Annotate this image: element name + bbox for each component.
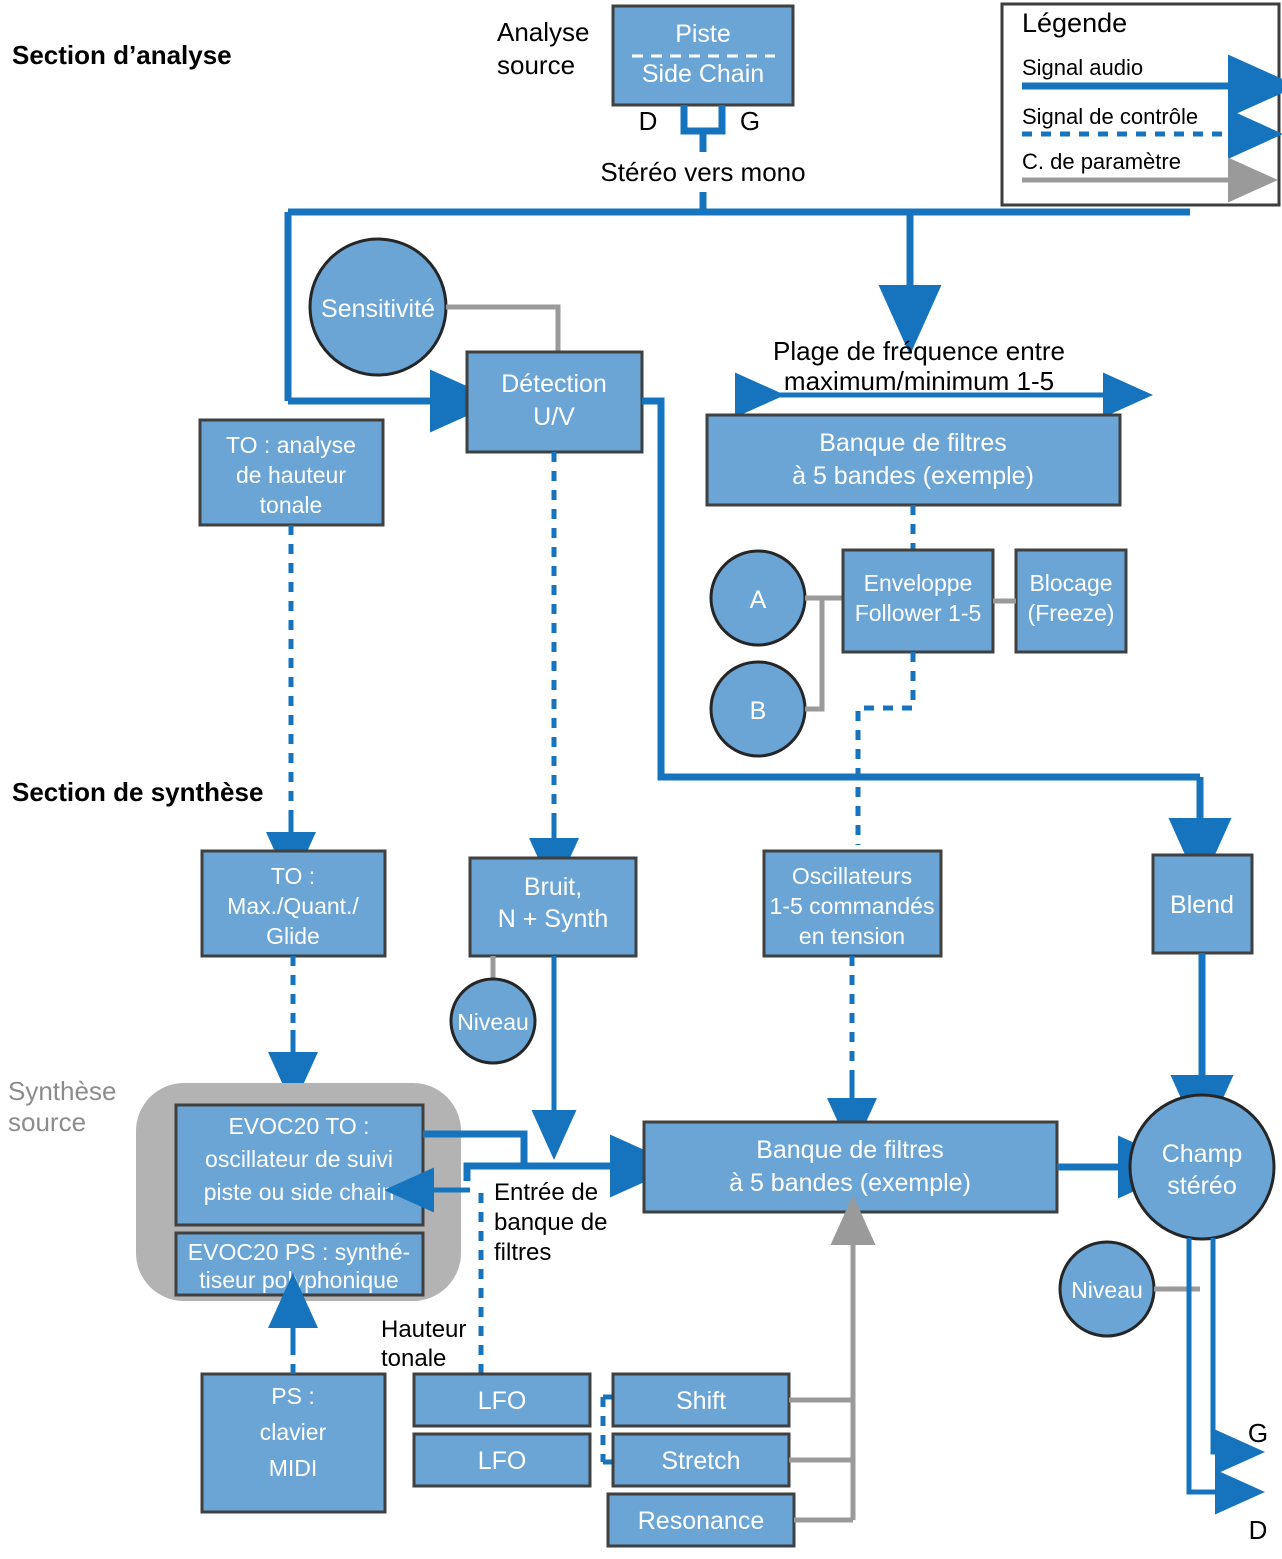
node-piste-label: Piste: [675, 20, 731, 48]
analyse-source-label-line2: source: [497, 50, 575, 80]
node-to-max-line2: Max./Quant./: [227, 893, 359, 919]
legend-title: Légende: [1022, 8, 1127, 38]
node-detection-label-line1: Détection: [501, 370, 607, 398]
synthese-source-label-line2: source: [8, 1107, 86, 1137]
node-niveau-bruit-label: Niveau: [457, 1009, 529, 1035]
synthese-source-label-line1: Synthèse: [8, 1076, 116, 1106]
node-filterbank-synthesis-line2: à 5 bandes (exemple): [729, 1169, 971, 1197]
node-shift-label: Shift: [676, 1387, 726, 1415]
legend-parameter-label: C. de paramètre: [1022, 149, 1181, 174]
node-to-pitch-label-line3: tonale: [260, 492, 323, 518]
node-filterbank-analysis-line1: Banque de filtres: [819, 429, 1007, 457]
node-detection-uv[interactable]: [465, 350, 644, 454]
node-blocage-line2: (Freeze): [1028, 600, 1115, 626]
synthesis-section-heading: Section de synthèse: [12, 777, 263, 807]
node-oscillateurs-line1: Oscillateurs: [792, 863, 912, 889]
channel-d-label: D: [639, 106, 658, 136]
output-d-label: D: [1249, 1515, 1268, 1545]
output-g-label: G: [1248, 1418, 1268, 1448]
diagram-canvas: Section d’analyse Section de synthèse An…: [0, 0, 1282, 1559]
node-evoc20-ps-line1: EVOC20 PS : synthé-: [188, 1239, 410, 1265]
node-niveau-champ-label: Niveau: [1071, 1277, 1143, 1303]
node-envelope-follower-line1: Enveloppe: [864, 570, 973, 596]
node-to-pitch-label-line2: de hauteur: [236, 462, 346, 488]
legend-audio-label: Signal audio: [1022, 55, 1143, 80]
node-oscillateurs-line2: 1-5 commandés: [770, 893, 935, 919]
node-evoc20-to-line2: oscillateur de suivi: [205, 1146, 393, 1172]
node-lfo-2-label: LFO: [478, 1447, 527, 1475]
node-bruit-line2: N + Synth: [498, 905, 608, 933]
stereo-merge-path: [680, 105, 726, 135]
node-ps-clavier-line3: MIDI: [269, 1455, 318, 1481]
node-filterbank-analysis-line2: à 5 bandes (exemple): [792, 462, 1034, 490]
node-oscillateurs-line3: en tension: [799, 923, 905, 949]
node-circle-a-label: A: [750, 586, 767, 614]
node-evoc20-to-line1: EVOC20 TO :: [228, 1113, 369, 1139]
node-champ-stereo-line2: stéréo: [1167, 1172, 1236, 1200]
node-ps-clavier-line2: clavier: [260, 1419, 327, 1445]
node-detection-label-line2: U/V: [533, 403, 575, 431]
hauteur-tonale-label-line2: tonale: [381, 1345, 446, 1372]
envelope-to-oscillators-control: [855, 652, 916, 845]
node-side-chain-label: Side Chain: [642, 60, 764, 88]
stereo-to-mono-label: Stéréo vers mono: [600, 157, 805, 187]
node-champ-stereo-line1: Champ: [1162, 1140, 1243, 1168]
analysis-section-heading: Section d’analyse: [12, 40, 232, 70]
freq-range-label-line1: Plage de fréquence entre: [773, 336, 1065, 366]
node-to-max-line1: TO :: [271, 863, 315, 889]
node-lfo-1-label: LFO: [478, 1387, 527, 1415]
node-stretch-label: Stretch: [661, 1447, 740, 1475]
channel-g-label: G: [740, 106, 760, 136]
node-ps-clavier-line1: PS :: [271, 1383, 314, 1409]
node-bruit-line1: Bruit,: [524, 873, 582, 901]
node-blend-label: Blend: [1170, 891, 1234, 919]
node-circle-b-label: B: [750, 697, 767, 725]
freq-range-label-line2: maximum/minimum 1-5: [784, 366, 1054, 396]
node-resonance-label: Resonance: [638, 1507, 764, 1535]
node-blocage-line1: Blocage: [1029, 570, 1112, 596]
node-sensitivite-label: Sensitivité: [321, 295, 435, 323]
sensitivite-to-detection: [446, 304, 561, 352]
legend-control-label: Signal de contrôle: [1022, 104, 1198, 129]
node-evoc20-ps-line2: tiseur polyphonique: [199, 1267, 398, 1293]
node-to-max-line3: Glide: [266, 923, 320, 949]
evoc20-signal-flow-diagram: Section d’analyse Section de synthèse An…: [8, 2, 1282, 1548]
filterbank-input-label-line1: Entrée de: [494, 1179, 598, 1206]
filterbank-input-label-line2: banque de: [494, 1209, 607, 1236]
b-to-envelope: [805, 598, 825, 712]
analyse-source-label-line1: Analyse: [497, 17, 590, 47]
node-envelope-follower-line2: Follower 1-5: [855, 600, 982, 626]
filterbank-input-label-line3: filtres: [494, 1239, 551, 1266]
node-filterbank-synthesis-line1: Banque de filtres: [756, 1136, 944, 1164]
node-to-pitch-label-line1: TO : analyse: [226, 432, 356, 458]
output-g-path: [1210, 1238, 1265, 1475]
hauteur-tonale-label-line1: Hauteur: [381, 1316, 466, 1343]
node-evoc20-to-line3: piste ou side chain: [204, 1179, 395, 1205]
